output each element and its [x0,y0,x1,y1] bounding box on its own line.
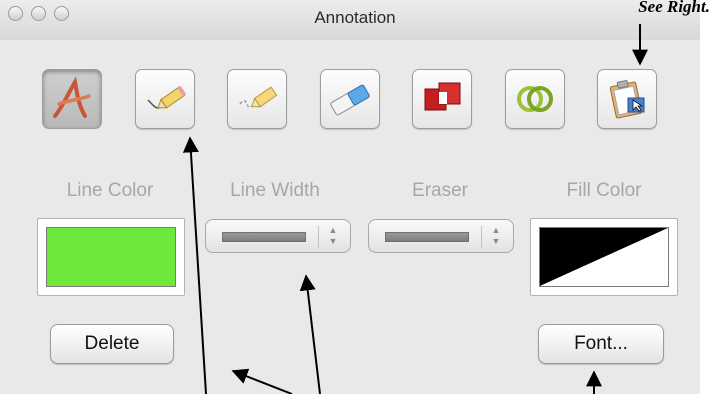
popup-divider [481,226,482,248]
line-width-preview [222,232,306,242]
up-down-arrows-icon: ▲ ▼ [328,225,338,246]
fill-color-well[interactable] [530,218,678,296]
clipboard-pointer-icon [609,80,645,119]
fill-color-swatch [539,227,669,287]
font-button[interactable]: Font... [538,324,664,364]
line-color-label: Line Color [66,180,154,201]
eraser-label: Eraser [412,180,468,201]
highlighter-tool-button[interactable] [227,69,287,129]
pencil-icon [147,85,187,109]
callout-text: See Right. [638,0,710,16]
pencil-tool-button[interactable] [135,69,195,129]
delete-button[interactable]: Delete [50,324,174,364]
close-window-button[interactable] [8,6,23,21]
popup-divider [318,226,319,248]
line-color-swatch [46,227,176,287]
annotation-window: Annotation Line Color Line Width Eraser … [0,0,700,394]
eraser-size-preview [385,232,469,242]
shapes-icon [424,82,461,111]
text-tool-button[interactable] [42,69,102,129]
ring-tool-button[interactable] [505,69,565,129]
window-title: Annotation [314,8,396,27]
zoom-window-button[interactable] [54,6,69,21]
line-width-label: Line Width [230,180,320,201]
clipboard-tool-button[interactable] [597,69,657,129]
eraser-icon [330,84,370,116]
line-width-popup[interactable]: ▲ ▼ [205,219,351,253]
fill-color-label: Fill Color [566,180,642,201]
rings-icon [517,86,553,112]
up-down-arrows-icon: ▲ ▼ [491,225,501,246]
eraser-size-popup[interactable]: ▲ ▼ [368,219,514,253]
line-color-well[interactable] [37,218,185,296]
highlighter-icon [239,86,278,108]
eraser-tool-button[interactable] [320,69,380,129]
text-a-icon [53,76,91,118]
minimize-window-button[interactable] [31,6,46,21]
shape-tool-button[interactable] [412,69,472,129]
